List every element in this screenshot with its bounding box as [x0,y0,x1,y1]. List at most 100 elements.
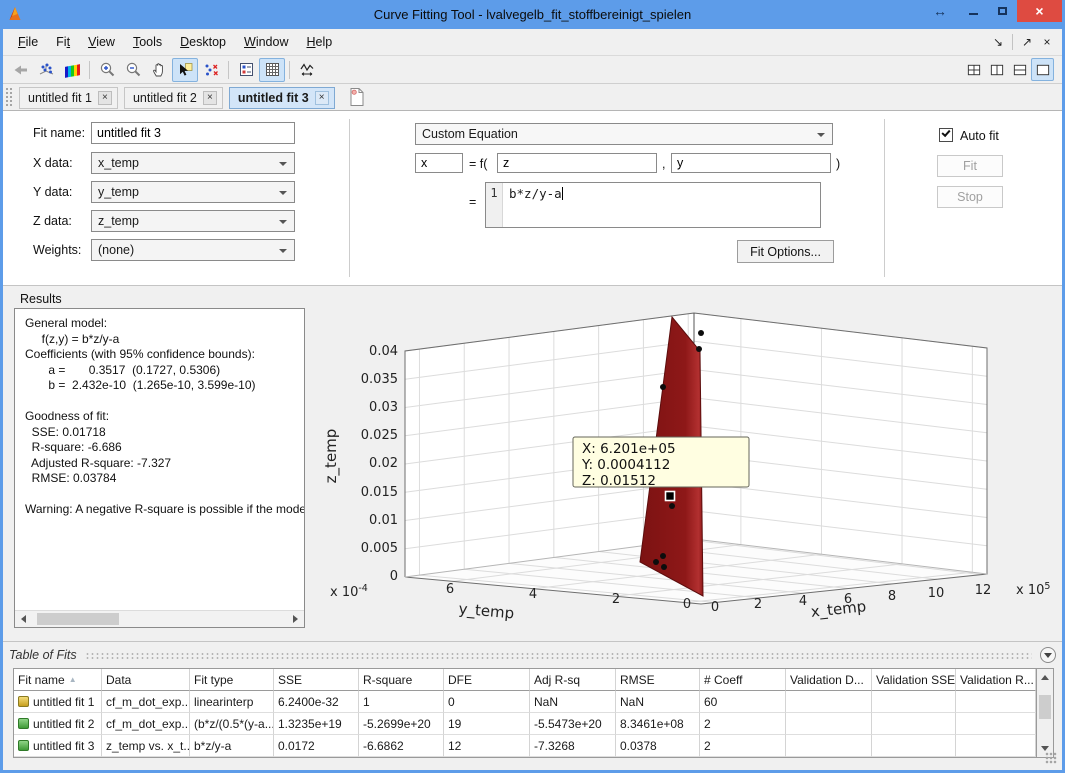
plot-3d-canvas[interactable]: X: 6.201e+05 Y: 0.0004112 Z: 0.01512 00.… [306,286,1062,641]
layout-rows-button[interactable] [1008,58,1031,81]
table-cell[interactable] [872,735,956,757]
table-cell[interactable]: 12 [444,735,530,757]
scroll-right-icon[interactable] [293,615,298,623]
table-cell[interactable]: -5.2699e+20 [359,713,444,735]
table-cell[interactable]: 8.3461e+08 [616,713,700,735]
table-cell[interactable]: untitled fit 2 [14,713,102,735]
table-cell[interactable]: linearinterp [190,691,274,713]
results-horizontal-scrollbar[interactable] [15,610,304,627]
table-cell[interactable]: NaN [530,691,616,713]
independent-variable-2-input[interactable] [671,153,831,173]
table-cell[interactable]: -6.6862 [359,735,444,757]
close-icon[interactable]: × [1038,35,1056,49]
fit-tab-2[interactable]: untitled fit 2× [124,87,223,109]
colormap-surface-button[interactable] [59,58,85,82]
fit-tab-3[interactable]: untitled fit 3× [229,87,335,109]
equation-expression[interactable]: b*z/y-a [503,183,563,227]
column-header-data[interactable]: Data [102,669,190,691]
table-row[interactable]: untitled fit 2cf_m_dot_exp...(b*z/(0.5*(… [14,713,1036,735]
pan-hand-button[interactable] [146,58,172,82]
fit-button[interactable]: Fit [937,155,1003,177]
table-cell[interactable]: 19 [444,713,530,735]
table-cell[interactable]: 0 [444,691,530,713]
table-cell[interactable]: cf_m_dot_exp... [102,713,190,735]
table-cell[interactable]: (b*z/(0.5*(y-a... [190,713,274,735]
data-point[interactable] [660,384,666,390]
scroll-left-icon[interactable] [21,615,26,623]
column-header-validation-sse[interactable]: Validation SSE [872,669,956,691]
table-cell[interactable] [956,735,1036,757]
table-cell[interactable]: 2 [700,735,786,757]
window-resize-button[interactable]: ↔ [921,0,959,22]
table-row[interactable]: untitled fit 3z_temp vs. x_t...b*z/y-a0.… [14,735,1036,757]
column-header-fit-type[interactable]: Fit type [190,669,274,691]
layout-quad-button[interactable] [962,58,985,81]
menu-window[interactable]: Window [235,29,297,55]
datatip-box[interactable]: X: 6.201e+05 Y: 0.0004112 Z: 0.01512 [573,437,749,489]
undock-arrow-icon[interactable]: ↗ [1018,35,1036,49]
tab-close-icon[interactable]: × [315,91,329,105]
data-point[interactable] [660,553,666,559]
stop-button[interactable]: Stop [937,186,1003,208]
z-data-select[interactable]: z_temp [91,210,295,232]
table-cell[interactable]: 6.2400e-32 [274,691,359,713]
zoom-out-button[interactable] [120,58,146,82]
weights-select[interactable]: (none) [91,239,295,261]
data-point[interactable] [698,330,704,336]
zoom-in-button[interactable] [94,58,120,82]
table-cell[interactable] [956,713,1036,735]
tab-close-icon[interactable]: × [203,91,217,105]
scrollbar-thumb[interactable] [37,613,119,625]
column-header-adj-r-sq[interactable]: Adj R-sq [530,669,616,691]
data-point[interactable] [653,559,659,565]
window-close-button[interactable]: × [1017,0,1062,22]
scatter-3d-button[interactable] [33,58,59,82]
fit-name-input[interactable] [91,122,295,144]
column-header-rmse[interactable]: RMSE [616,669,700,691]
fit-tab-1[interactable]: untitled fit 1× [19,87,118,109]
table-cell[interactable]: cf_m_dot_exp... [102,691,190,713]
table-cell[interactable]: 0.0172 [274,735,359,757]
column-header-sse[interactable]: SSE [274,669,359,691]
table-cell[interactable]: 1.3235e+19 [274,713,359,735]
scroll-down-icon[interactable] [1041,746,1049,751]
legend-toggle-button[interactable] [233,58,259,82]
x-data-select[interactable]: x_temp [91,152,295,174]
table-vertical-scrollbar[interactable] [1036,669,1053,757]
table-cell[interactable]: untitled fit 1 [14,691,102,713]
exclude-outliers-button[interactable] [198,58,224,82]
window-maximize-button[interactable] [988,0,1017,22]
new-fit-button[interactable] [347,87,367,107]
table-cell[interactable] [872,713,956,735]
column-header-r-square[interactable]: R-square [359,669,444,691]
print-arrow-button[interactable] [7,58,33,82]
table-cell[interactable]: -5.5473e+20 [530,713,616,735]
column-header-validation-d-[interactable]: Validation D... [786,669,872,691]
table-cell[interactable]: z_temp vs. x_t... [102,735,190,757]
dependent-variable-input[interactable] [415,153,463,173]
table-cell[interactable]: 60 [700,691,786,713]
independent-variable-1-input[interactable] [497,153,657,173]
table-cell[interactable]: 0.0378 [616,735,700,757]
data-point[interactable] [669,503,675,509]
column-header--coeff[interactable]: # Coeff [700,669,786,691]
collapse-panel-button[interactable] [1040,647,1056,663]
table-cell[interactable]: 2 [700,713,786,735]
table-cell[interactable]: b*z/y-a [190,735,274,757]
fit-type-select[interactable]: Custom Equation [415,123,833,145]
scrollbar-thumb[interactable] [1039,695,1051,719]
data-point[interactable] [661,564,667,570]
fit-options-button[interactable]: Fit Options... [737,240,834,263]
column-header-fit-name[interactable]: Fit name▲ [14,669,102,691]
table-cell[interactable] [786,713,872,735]
table-cell[interactable] [786,691,872,713]
auto-fit-checkbox[interactable] [939,128,953,142]
data-point[interactable] [696,346,702,352]
y-data-select[interactable]: y_temp [91,181,295,203]
tabbar-drag-grip[interactable] [5,87,13,107]
menu-fit[interactable]: Fit [47,29,79,55]
table-cell[interactable]: untitled fit 3 [14,735,102,757]
tab-close-icon[interactable]: × [98,91,112,105]
datatip-button[interactable] [172,58,198,82]
table-row[interactable]: untitled fit 1cf_m_dot_exp...linearinter… [14,691,1036,713]
